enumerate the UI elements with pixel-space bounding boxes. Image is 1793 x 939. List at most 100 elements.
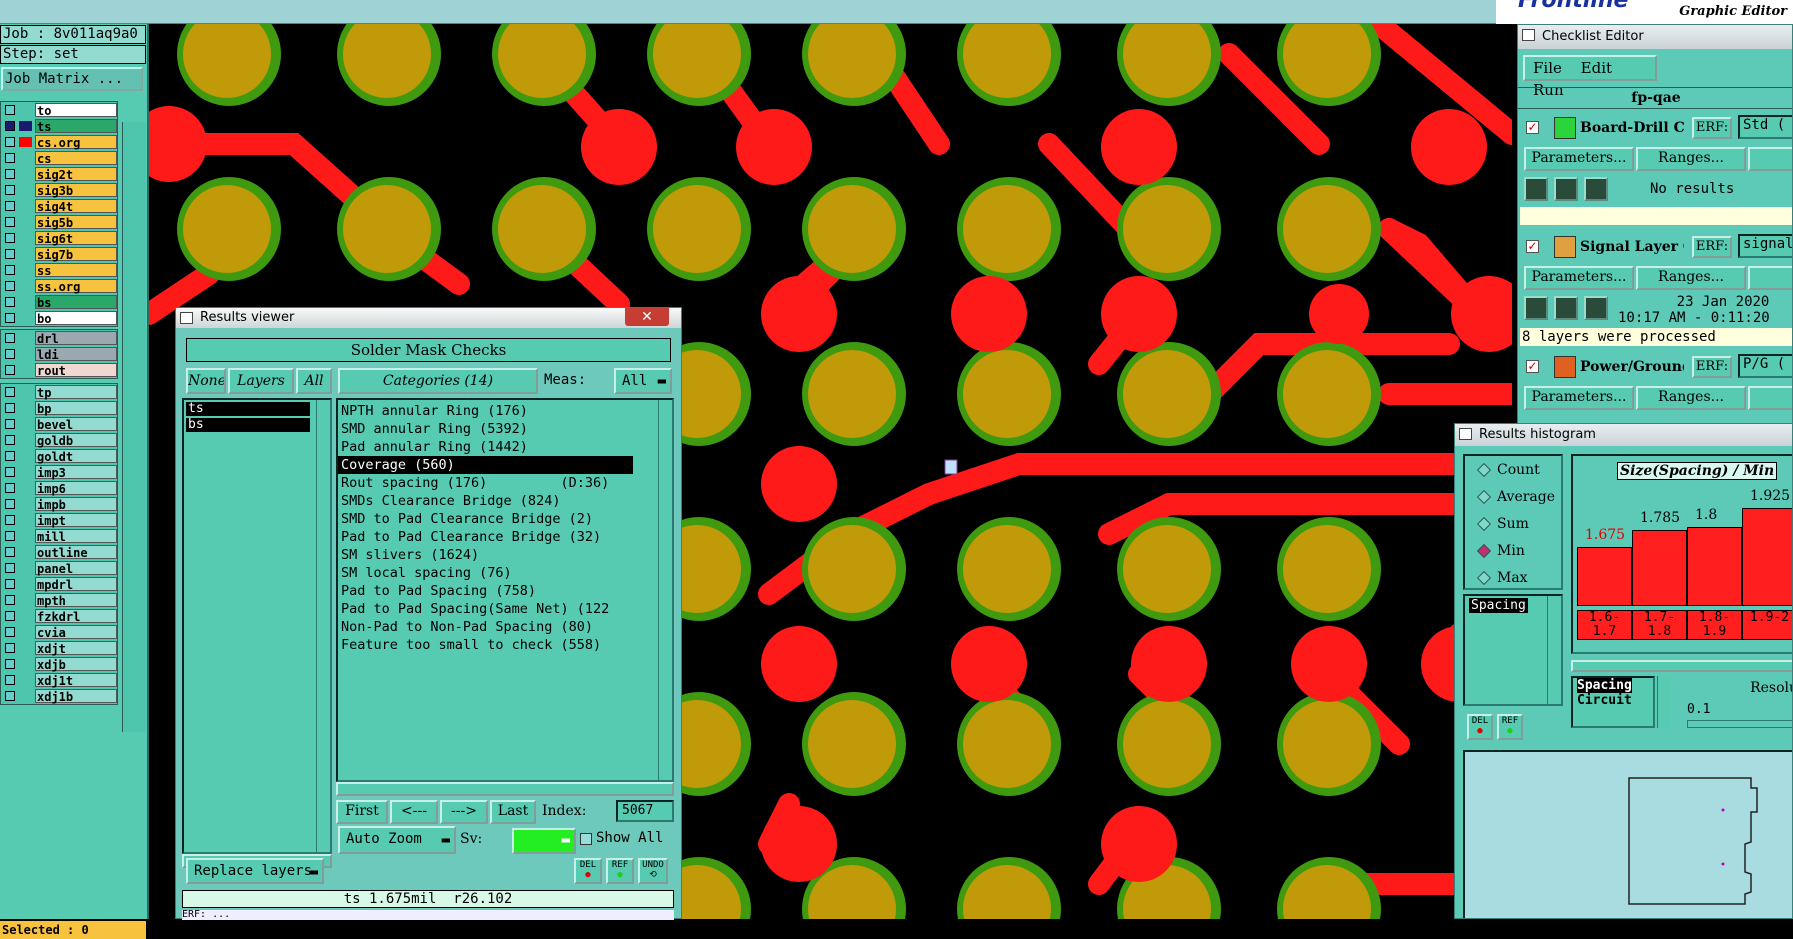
layer-checkbox[interactable] [5, 201, 15, 211]
prev-button[interactable]: <--- [390, 800, 438, 824]
result-layer-item[interactable]: ts [186, 402, 310, 416]
layer-checkbox[interactable] [5, 365, 15, 375]
layer-checkbox[interactable] [5, 313, 15, 323]
menu-file[interactable]: File [1533, 59, 1562, 77]
category-item[interactable]: Feature too small to check (558) [338, 636, 672, 654]
layer-checkbox[interactable] [5, 515, 15, 525]
layer-list-scrollbar[interactable] [316, 400, 330, 852]
category-item[interactable]: Pad annular Ring (1442) [338, 438, 672, 456]
radio-indicator[interactable] [1476, 462, 1492, 478]
type-item-circuit[interactable]: Circuit [1577, 693, 1653, 708]
layer-row-mpdrl[interactable]: mpdrl [1, 576, 117, 592]
layer-checkbox[interactable] [5, 643, 15, 653]
stat-option-count[interactable]: Count [1476, 462, 1540, 478]
layer-checkbox[interactable] [5, 349, 15, 359]
layer-row-imp6[interactable]: imp6 [1, 480, 117, 496]
layer-checkbox[interactable] [5, 691, 15, 701]
erf-value[interactable]: P/G ( [1738, 354, 1792, 378]
mini-map[interactable] [1463, 750, 1792, 918]
histogram-hscroll[interactable] [1571, 660, 1792, 672]
hist-ref-button[interactable]: REF ● [1497, 714, 1523, 740]
none-button[interactable]: None [186, 368, 226, 394]
layer-checkbox[interactable] [5, 169, 15, 179]
category-item[interactable]: SMDs Clearance Bridge (824) [338, 492, 672, 510]
layer-checkbox[interactable] [5, 185, 15, 195]
run-selected-icon[interactable] [1554, 296, 1578, 320]
erf-button[interactable]: ERF: [1692, 117, 1732, 139]
layer-row-cs-org[interactable]: cs.org [1, 134, 117, 150]
extra-button[interactable] [1748, 266, 1792, 290]
next-button[interactable]: ---> [440, 800, 488, 824]
layer-checkbox[interactable] [5, 281, 15, 291]
zoom-dropdown[interactable]: Auto Zoom ▬ [338, 826, 456, 854]
extra-button[interactable] [1748, 147, 1792, 171]
layer-checkbox[interactable] [5, 579, 15, 589]
layer-row-xdjt[interactable]: xdjt [1, 640, 117, 656]
layer-row-to[interactable]: to [1, 102, 117, 118]
layer-row-goldt[interactable]: goldt [1, 448, 117, 464]
layer-checkbox[interactable] [5, 403, 15, 413]
hist-del-button[interactable]: DEL ● [1467, 714, 1493, 740]
measure-list-scrollbar[interactable] [1547, 596, 1561, 704]
sv-color-dropdown[interactable]: ▬ [512, 828, 576, 854]
ranges-button[interactable]: Ranges... [1636, 147, 1746, 171]
categories-button[interactable]: Categories (14) [338, 368, 538, 394]
layer-checkbox[interactable] [5, 595, 15, 605]
radio-indicator[interactable] [1476, 516, 1492, 532]
extra-button[interactable] [1748, 386, 1792, 410]
meas-dropdown[interactable]: All ▬ [614, 368, 672, 394]
close-icon[interactable]: ✕ [625, 308, 669, 326]
show-all-checkbox[interactable] [580, 833, 592, 845]
erf-value[interactable]: Std ( [1738, 115, 1792, 139]
run-icon[interactable] [1524, 296, 1548, 320]
histogram-bar[interactable] [1577, 547, 1632, 606]
index-input[interactable]: 5067 [616, 800, 674, 822]
histogram-bar[interactable] [1687, 527, 1742, 606]
results-viewer-titlebar[interactable]: Results viewer ✕ [176, 308, 681, 328]
layer-row-drl[interactable]: drl [1, 330, 117, 346]
layer-checkbox[interactable] [5, 435, 15, 445]
radio-indicator[interactable] [1476, 543, 1492, 559]
layer-checkbox[interactable] [5, 217, 15, 227]
layer-row-bs[interactable]: bs [1, 294, 117, 310]
layer-list-scrollbar[interactable] [122, 122, 146, 732]
ranges-button[interactable]: Ranges... [1636, 266, 1746, 290]
layer-row-mill[interactable]: mill [1, 528, 117, 544]
layer-checkbox[interactable] [5, 137, 15, 147]
layer-row-bevel[interactable]: bevel [1, 416, 117, 432]
layer-row-xdj1t[interactable]: xdj1t [1, 672, 117, 688]
layer-row-imp3[interactable]: imp3 [1, 464, 117, 480]
layer-row-ts[interactable]: ts [1, 118, 117, 134]
checklist-editor-titlebar[interactable]: Checklist Editor [1518, 25, 1792, 49]
check-enabled-checkbox[interactable]: ✓ [1526, 360, 1539, 373]
categories-scrollbar[interactable] [658, 400, 672, 780]
layer-results-list[interactable]: ts bs [182, 398, 332, 854]
run-icon[interactable] [1524, 177, 1548, 201]
run-all-icon[interactable] [1584, 296, 1608, 320]
layer-checkbox[interactable] [5, 333, 15, 343]
replace-layers-dropdown[interactable]: Replace layers ▬ [186, 858, 324, 884]
histogram-bar[interactable] [1742, 508, 1792, 606]
type-list[interactable]: Spacing Circuit [1571, 676, 1655, 728]
category-item[interactable]: Pad to Pad Clearance Bridge (32) [338, 528, 672, 546]
layer-checkbox[interactable] [5, 675, 15, 685]
layer-checkbox[interactable] [5, 563, 15, 573]
layer-row-fzkdrl[interactable]: fzkdrl [1, 608, 117, 624]
layer-row-xdjb[interactable]: xdjb [1, 656, 117, 672]
layer-row-sig4t[interactable]: sig4t [1, 198, 117, 214]
job-matrix-button[interactable]: Job Matrix ... [1, 67, 143, 91]
layer-row-sig6t[interactable]: sig6t [1, 230, 117, 246]
categories-hscroll[interactable] [336, 782, 674, 796]
histogram-bar[interactable] [1632, 530, 1687, 606]
all-button[interactable]: All [296, 368, 332, 394]
layers-button[interactable]: Layers [228, 368, 294, 394]
layer-row-cvia[interactable]: cvia [1, 624, 117, 640]
category-item[interactable]: Coverage (560) [338, 456, 633, 474]
layer-checkbox[interactable] [5, 547, 15, 557]
layer-checkbox[interactable] [5, 249, 15, 259]
stat-option-sum[interactable]: Sum [1476, 516, 1529, 532]
erf-value[interactable]: signal [1738, 234, 1792, 258]
stat-option-min[interactable]: Min [1476, 543, 1525, 559]
layer-row-rout[interactable]: rout [1, 362, 117, 378]
category-item[interactable]: Pad to Pad Spacing (758) [338, 582, 672, 600]
